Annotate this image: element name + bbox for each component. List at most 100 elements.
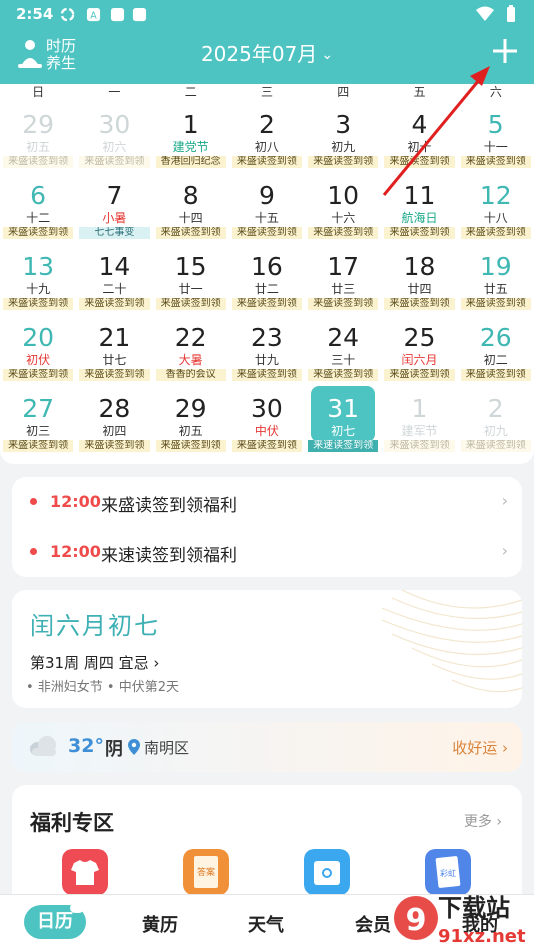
day-number: 18 xyxy=(403,252,436,281)
lunar-date: 初二 xyxy=(483,353,508,367)
calendar-day[interactable]: 29 初五 来盛读签到领 xyxy=(153,384,229,455)
tab-calendar[interactable]: 日历 xyxy=(24,903,86,939)
answer-book-icon[interactable]: 答案 xyxy=(183,849,229,895)
event-badge: 来盛读签到领 xyxy=(3,369,74,381)
lunar-date-title: 闰六月初七 xyxy=(30,612,160,640)
temperature: 32° xyxy=(68,735,104,757)
day-number: 9 xyxy=(258,181,275,210)
lunar-date: 初六 xyxy=(102,140,127,154)
fortune-link[interactable]: 收好运 › xyxy=(452,737,508,758)
watermark-title: 下载站 xyxy=(438,894,510,922)
event-badge: 来盛读签到领 xyxy=(155,440,226,452)
tab-membership[interactable]: 会员 xyxy=(355,911,391,937)
lunar-date: 二十 xyxy=(102,282,127,296)
event-badge: 来盛读签到领 xyxy=(3,156,74,168)
day-number: 20 xyxy=(22,323,55,352)
event-badge: 来盛读签到领 xyxy=(79,156,150,168)
calendar-day[interactable]: 2 初九 来盛读签到领 xyxy=(458,384,534,455)
shirt-gift-icon[interactable] xyxy=(62,849,108,895)
calendar-day[interactable]: 24 三十 来盛读签到领 xyxy=(305,313,381,384)
calendar-day[interactable]: 23 廿九 来盛读签到领 xyxy=(229,313,305,384)
more-link[interactable]: 更多 › xyxy=(464,811,502,831)
calendar-day[interactable]: 1 建军节 来盛读签到领 xyxy=(381,384,457,455)
calendar-day[interactable]: 15 廿一 来盛读签到领 xyxy=(153,242,229,313)
event-badge: 来盛读签到领 xyxy=(384,227,455,239)
reminder-dot xyxy=(30,498,37,505)
calendar-day[interactable]: 19 廿五 来盛读签到领 xyxy=(458,242,534,313)
lunar-date: 初伏 xyxy=(26,353,51,367)
calendar-day[interactable]: 13 十九 来盛读签到领 xyxy=(0,242,76,313)
answer-book-label: 答案 xyxy=(197,866,215,878)
lunar-date: 十六 xyxy=(331,211,356,225)
lunar-date: 十九 xyxy=(26,282,51,296)
lunar-date: 建军节 xyxy=(401,424,438,438)
weekday-label: 一 xyxy=(108,85,121,99)
lunar-date: 三十 xyxy=(331,353,356,367)
day-number: 2 xyxy=(258,110,275,139)
calendar-day[interactable]: 28 初四 来盛读签到领 xyxy=(76,384,152,455)
calendar-day[interactable]: 30 中伏 来盛读签到领 xyxy=(229,384,305,455)
event-badge: 来盛读签到领 xyxy=(308,227,379,239)
day-number: 27 xyxy=(22,394,55,423)
reminder-item[interactable]: 12:00 来盛读签到领福利 › xyxy=(12,477,522,527)
chevron-right-icon: › xyxy=(501,491,508,510)
tab-weather[interactable]: 天气 xyxy=(248,911,284,937)
calendar-day[interactable]: 9 十五 来盛读签到领 xyxy=(229,171,305,242)
day-number: 5 xyxy=(487,110,504,139)
calendar-day[interactable]: 25 闰六月 来盛读签到领 xyxy=(381,313,457,384)
calendar-day[interactable]: 16 廿二 来盛读签到领 xyxy=(229,242,305,313)
lunar-date: 初五 xyxy=(26,140,51,154)
event-badge: 来盛读签到领 xyxy=(384,298,455,310)
app-bar: 时历 养生 2025年07月 ⌄ xyxy=(0,28,534,84)
month-selector[interactable]: 2025年07月 ⌄ xyxy=(0,38,534,67)
rainbow-card-label: 彩虹 xyxy=(440,868,456,878)
calendar-day[interactable]: 26 初二 来盛读签到领 xyxy=(458,313,534,384)
day-number: 16 xyxy=(251,252,283,281)
calendar-day[interactable]: 27 初三 来盛读签到领 xyxy=(0,384,76,455)
calendar-day[interactable]: 3 初九 来盛读签到领 xyxy=(305,100,381,171)
calendar-day[interactable]: 21 廿七 来盛读签到领 xyxy=(76,313,152,384)
calendar-day[interactable]: 6 十二 来盛读签到领 xyxy=(0,171,76,242)
calendar-day[interactable]: 8 十四 来盛读签到领 xyxy=(153,171,229,242)
calendar-day[interactable]: 4 初十 来盛读签到领 xyxy=(381,100,457,171)
weekday-label: 六 xyxy=(489,85,502,99)
calendar-day[interactable]: 7 小暑 七七事变 xyxy=(76,171,152,242)
almanac-info[interactable]: 第31周 周四 宜忌 › xyxy=(30,652,159,673)
lunar-date: 初八 xyxy=(254,140,279,154)
calendar-day-today[interactable]: 31 初七 来速读签到领 xyxy=(305,384,381,455)
reminder-item[interactable]: 12:00 来速读签到领福利 › xyxy=(12,527,522,577)
card-box-icon[interactable] xyxy=(304,849,350,895)
weather-card[interactable]: 32° 阴 南明区 收好运 › xyxy=(12,722,522,772)
weekday-header: 日一二三四五六 xyxy=(0,84,534,100)
almanac-card[interactable]: 闰六月初七 第31周 周四 宜忌 › • 非洲妇女节 • 中伏第2天 xyxy=(12,590,522,708)
day-number: 30 xyxy=(251,394,283,423)
lunar-date: 初七 xyxy=(331,424,356,438)
event-badge: 来盛读签到领 xyxy=(155,227,226,239)
lunar-date: 初九 xyxy=(483,424,508,438)
event-badge: 来盛读签到领 xyxy=(308,369,379,381)
notification-square-icon xyxy=(110,7,125,22)
event-badge: 来盛读签到领 xyxy=(79,440,150,452)
calendar-day[interactable]: 10 十六 来盛读签到领 xyxy=(305,171,381,242)
day-number: 12 xyxy=(479,181,512,210)
calendar-day[interactable]: 17 廿三 来盛读签到领 xyxy=(305,242,381,313)
tab-almanac[interactable]: 黄历 xyxy=(142,911,178,937)
calendar-day[interactable]: 1 建党节 香港回归纪念 xyxy=(153,100,229,171)
day-number: 13 xyxy=(22,252,55,281)
calendar-day[interactable]: 2 初八 来盛读签到领 xyxy=(229,100,305,171)
calendar-day[interactable]: 11 航海日 来盛读签到领 xyxy=(381,171,457,242)
calendar-day[interactable]: 12 十八 来盛读签到领 xyxy=(458,171,534,242)
calendar-day[interactable]: 18 廿四 来盛读签到领 xyxy=(381,242,457,313)
calendar-day[interactable]: 30 初六 来盛读签到领 xyxy=(76,100,152,171)
day-number: 28 xyxy=(98,394,131,423)
calendar-day[interactable]: 22 大暑 香香的会议 xyxy=(153,313,229,384)
lunar-date: 闰六月 xyxy=(401,353,438,367)
calendar-day[interactable]: 14 二十 来盛读签到领 xyxy=(76,242,152,313)
add-icon[interactable] xyxy=(490,36,520,66)
sync-icon xyxy=(60,7,75,22)
calendar-day[interactable]: 5 十一 来盛读签到领 xyxy=(458,100,534,171)
day-number: 22 xyxy=(174,323,207,352)
event-badge: 来盛读签到领 xyxy=(460,440,531,452)
calendar-day[interactable]: 29 初五 来盛读签到领 xyxy=(0,100,76,171)
calendar-day[interactable]: 20 初伏来盛读签到领 xyxy=(0,313,76,384)
